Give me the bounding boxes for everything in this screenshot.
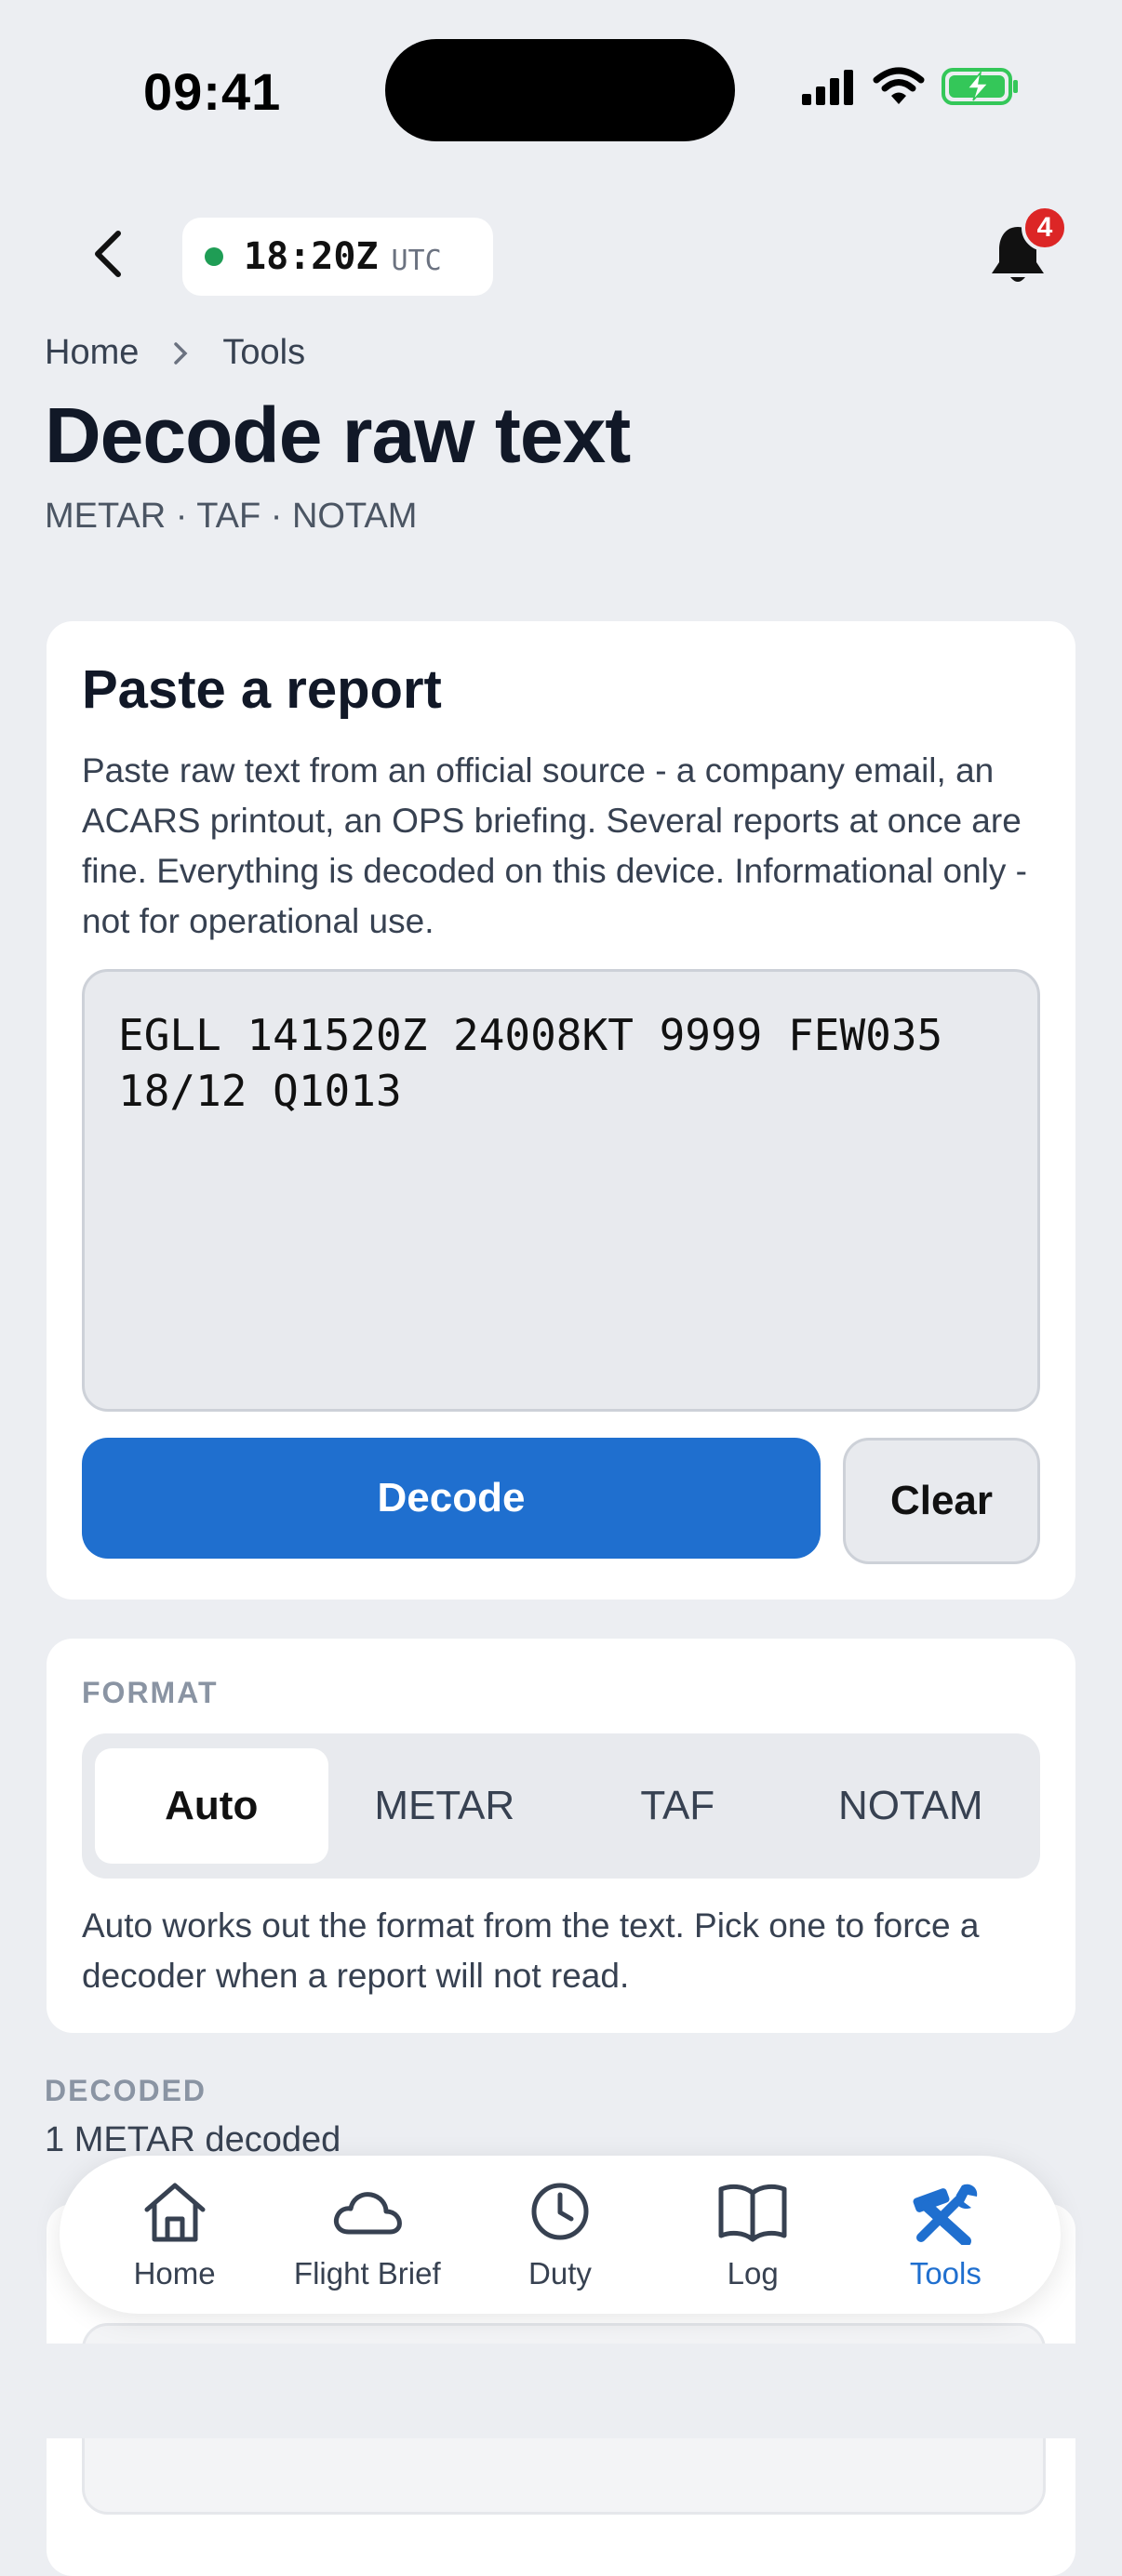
tab-bar: Home Flight Brief Duty Log Tools xyxy=(60,2156,1061,2314)
status-time: 09:41 xyxy=(143,62,282,121)
notification-badge: 4 xyxy=(1022,205,1068,251)
tab-flight-brief[interactable]: Flight Brief xyxy=(274,2178,461,2291)
clock-icon xyxy=(531,2183,589,2240)
tools-icon xyxy=(913,2184,978,2245)
cellular-signal-icon xyxy=(802,70,853,105)
tab-tools[interactable]: Tools xyxy=(852,2178,1038,2291)
status-icons xyxy=(800,67,1020,106)
chevron-right-icon xyxy=(174,341,188,365)
format-segmented-control: Auto METAR TAF NOTAM xyxy=(82,1733,1040,1879)
raw-text-input[interactable]: EGLL 141520Z 24008KT 9999 FEW035 18/12 Q… xyxy=(82,969,1040,1412)
breadcrumb-tools[interactable]: Tools xyxy=(222,333,305,373)
format-label: FORMAT xyxy=(82,1676,219,1709)
battery-charging-icon xyxy=(942,68,1018,105)
utc-time: 18:20Z xyxy=(244,235,379,278)
decode-button[interactable]: Decode xyxy=(82,1438,821,1559)
format-option-taf[interactable]: TAF xyxy=(561,1748,795,1864)
clear-button[interactable]: Clear xyxy=(843,1438,1040,1564)
live-indicator-dot xyxy=(205,247,223,266)
home-icon xyxy=(144,2183,206,2242)
tab-duty-label: Duty xyxy=(528,2256,592,2291)
paste-card-description: Paste raw text from an official source -… xyxy=(82,751,1028,940)
tab-home-label: Home xyxy=(133,2256,216,2291)
dynamic-island xyxy=(385,39,735,141)
format-hint: Auto works out the format from the text.… xyxy=(82,1906,980,1995)
back-button[interactable] xyxy=(76,221,141,286)
utc-clock: 18:20Z UTC xyxy=(182,218,493,296)
utc-label: UTC xyxy=(391,244,442,277)
tab-log[interactable]: Log xyxy=(660,2178,846,2291)
format-option-auto[interactable]: Auto xyxy=(95,1748,328,1864)
wifi-icon xyxy=(873,67,925,104)
chevron-left-icon xyxy=(95,231,121,277)
page-subtitle: METAR · TAF · NOTAM xyxy=(45,497,418,536)
book-icon xyxy=(718,2184,787,2242)
format-card: FORMAT Auto METAR TAF NOTAM Auto works o… xyxy=(47,1639,1075,2033)
paste-report-card: Paste a report Paste raw text from an of… xyxy=(47,621,1075,1600)
decoded-count: 1 METAR decoded xyxy=(45,2120,341,2159)
tab-duty[interactable]: Duty xyxy=(467,2178,653,2291)
paste-card-title: Paste a report xyxy=(82,659,442,720)
page-title: Decode raw text xyxy=(45,392,631,479)
tab-log-label: Log xyxy=(727,2256,779,2291)
format-option-notam[interactable]: NOTAM xyxy=(795,1748,1028,1864)
breadcrumb-home[interactable]: Home xyxy=(45,333,139,373)
cloud-icon xyxy=(333,2192,402,2235)
bottom-safe-area xyxy=(0,2344,1122,2438)
tab-home[interactable]: Home xyxy=(82,2178,268,2291)
decoded-label: DECODED xyxy=(45,2074,207,2107)
breadcrumb: Home Tools xyxy=(45,333,305,373)
tab-flight-brief-label: Flight Brief xyxy=(293,2256,441,2291)
tab-tools-label: Tools xyxy=(909,2256,982,2291)
format-option-metar[interactable]: METAR xyxy=(328,1748,562,1864)
